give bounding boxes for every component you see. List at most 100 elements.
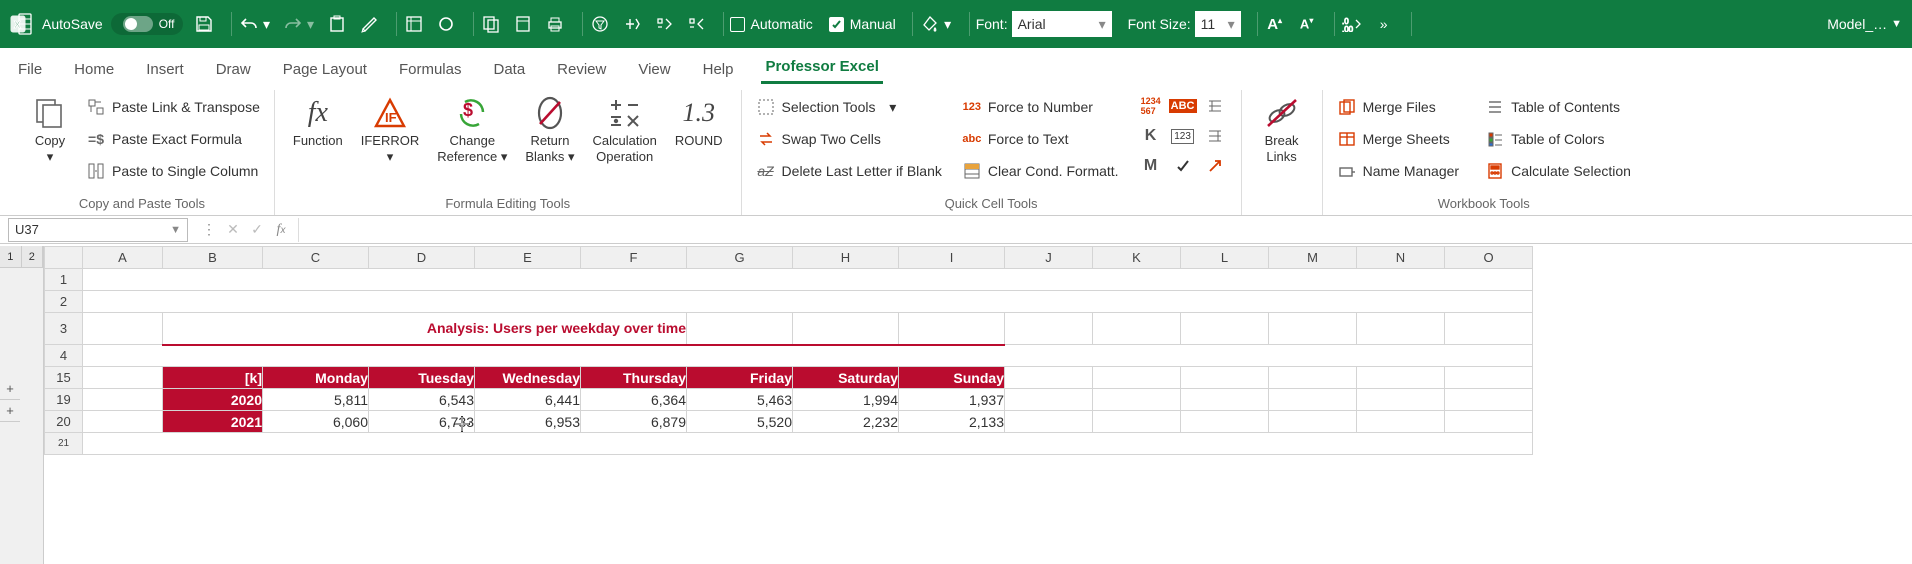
accept-formula-icon[interactable]: ✓	[246, 221, 268, 238]
cell-2020-wed[interactable]: 6,441	[475, 389, 581, 411]
col-header-D[interactable]: D	[369, 247, 475, 269]
freeze-icon[interactable]	[403, 13, 425, 35]
cell-2021-sat[interactable]: 2,232	[793, 411, 899, 433]
function-button[interactable]: fx Function	[287, 92, 349, 165]
force-to-text-button[interactable]: abcForce to Text	[960, 124, 1121, 154]
tab-help[interactable]: Help	[699, 55, 738, 84]
indent-right-icon[interactable]	[1201, 92, 1229, 120]
merge-sheets-button[interactable]: Merge Sheets	[1335, 124, 1462, 154]
col-header-L[interactable]: L	[1181, 247, 1269, 269]
row-header-19[interactable]: 19	[45, 389, 83, 411]
round-button[interactable]: 1.3 ROUND	[669, 92, 729, 165]
arrow-up-right-icon[interactable]	[1201, 152, 1229, 180]
row-year-2021[interactable]: 2021	[163, 411, 263, 433]
merge-files-button[interactable]: Merge Files	[1335, 92, 1462, 122]
decimal-icon[interactable]: .0.00	[1341, 13, 1363, 35]
tab-review[interactable]: Review	[553, 55, 610, 84]
outline-expand-row-19[interactable]: +	[0, 378, 20, 400]
col-header-J[interactable]: J	[1005, 247, 1093, 269]
cell-2020-sat[interactable]: 1,994	[793, 389, 899, 411]
num-format-icon[interactable]: 1234567	[1137, 92, 1165, 120]
cell-2021-wed[interactable]: 6,953	[475, 411, 581, 433]
font-name-control[interactable]: Font: Arial▾	[976, 11, 1112, 37]
iferror-button[interactable]: IF IFERROR▾	[355, 92, 426, 165]
calculate-selection-button[interactable]: Calculate Selection	[1483, 156, 1633, 186]
autosave-switch-track[interactable]	[123, 16, 153, 32]
filter-icon[interactable]	[589, 13, 611, 35]
print-icon[interactable]	[544, 13, 566, 35]
row-header-15[interactable]: 15	[45, 367, 83, 389]
paste-link-transpose-button[interactable]: Paste Link & Transpose	[84, 92, 262, 122]
shrink-font-icon[interactable]: A▾	[1296, 13, 1318, 35]
col-header-I[interactable]: I	[899, 247, 1005, 269]
calc-automatic-checkbox[interactable]: Automatic	[730, 16, 813, 32]
redo-button[interactable]: ▾	[282, 13, 316, 35]
check-icon[interactable]	[1169, 152, 1197, 180]
thousand-icon[interactable]: K	[1137, 122, 1165, 150]
swap-two-cells-button[interactable]: Swap Two Cells	[754, 124, 944, 154]
return-blanks-button[interactable]: Return Blanks ▾	[519, 92, 580, 165]
name-box[interactable]: U37 ▼	[8, 218, 188, 242]
fx-menu-icon[interactable]: ⋮	[198, 221, 220, 238]
autosave-toggle[interactable]: AutoSave Off	[42, 13, 183, 35]
col-header-M[interactable]: M	[1269, 247, 1357, 269]
cell-2021-tue[interactable]: 6,733	[369, 411, 475, 433]
col-header-B[interactable]: B	[163, 247, 263, 269]
workbook-dropdown-icon[interactable]: ▼	[1891, 18, 1902, 30]
clear-cond-format-button[interactable]: Clear Cond. Formatt.	[960, 156, 1121, 186]
col-fri[interactable]: Friday	[687, 367, 793, 389]
sheet-title[interactable]: Analysis: Users per weekday over time	[163, 313, 687, 345]
paste-exact-formula-button[interactable]: =$Paste Exact Formula	[84, 124, 262, 154]
million-icon[interactable]: M	[1137, 152, 1165, 180]
grow-font-icon[interactable]: A▴	[1264, 13, 1286, 35]
delete-last-letter-button[interactable]: aZDelete Last Letter if Blank	[754, 156, 944, 186]
tab-professor-excel[interactable]: Professor Excel	[761, 52, 882, 84]
col-header-K[interactable]: K	[1093, 247, 1181, 269]
row-header-2[interactable]: 2	[45, 291, 83, 313]
outline-level-2[interactable]: 2	[22, 246, 44, 267]
col-sun[interactable]: Sunday	[899, 367, 1005, 389]
cell-2021-thu[interactable]: 6,879	[581, 411, 687, 433]
col-header-N[interactable]: N	[1357, 247, 1445, 269]
number-box-icon[interactable]: 123	[1169, 122, 1197, 150]
calc-operation-button[interactable]: Calculation Operation	[587, 92, 663, 165]
paste-icon[interactable]	[326, 13, 348, 35]
table-corner[interactable]: [k]	[163, 367, 263, 389]
fx-icon[interactable]: fx	[270, 222, 292, 238]
col-sat[interactable]: Saturday	[793, 367, 899, 389]
row-header-1[interactable]: 1	[45, 269, 83, 291]
copy-icon[interactable]	[480, 13, 502, 35]
col-thu[interactable]: Thursday	[581, 367, 687, 389]
change-reference-button[interactable]: $ Change Reference ▾	[431, 92, 513, 165]
paste-single-column-button[interactable]: Paste to Single Column	[84, 156, 262, 186]
cell-2021-mon[interactable]: 6,060	[263, 411, 369, 433]
calc-manual-checkbox[interactable]: Manual	[829, 16, 896, 32]
tab-home[interactable]: Home	[70, 55, 118, 84]
table-of-contents-button[interactable]: Table of Contents	[1483, 92, 1633, 122]
cell-2020-fri[interactable]: 5,463	[687, 389, 793, 411]
spreadsheet-grid[interactable]: A B C D E F G H I J K L M N O 1 2 3 Anal…	[44, 246, 1533, 455]
cell-2020-thu[interactable]: 6,364	[581, 389, 687, 411]
table-of-colors-button[interactable]: Table of Colors	[1483, 124, 1633, 154]
select-all-corner[interactable]	[45, 247, 83, 269]
tab-file[interactable]: File	[14, 55, 46, 84]
outline-expand-row-20[interactable]: +	[0, 400, 20, 422]
selection-tools-button[interactable]: Selection Tools ▾	[754, 92, 944, 122]
col-header-G[interactable]: G	[687, 247, 793, 269]
break-links-button[interactable]: Break Links	[1254, 92, 1310, 165]
fill-color-button[interactable]: ▾	[919, 13, 953, 35]
format-painter-icon[interactable]	[358, 13, 380, 35]
cell-2021-fri[interactable]: 5,520	[687, 411, 793, 433]
col-header-E[interactable]: E	[475, 247, 581, 269]
row-header-3[interactable]: 3	[45, 313, 83, 345]
cell-2020-tue[interactable]: 6,543	[369, 389, 475, 411]
row-header-21[interactable]: 21	[45, 433, 83, 455]
book-icon[interactable]	[512, 13, 534, 35]
row-header-20[interactable]: 20	[45, 411, 83, 433]
col-header-F[interactable]: F	[581, 247, 687, 269]
group-icon[interactable]	[621, 13, 643, 35]
cell-2020-mon[interactable]: 5,811	[263, 389, 369, 411]
col-header-H[interactable]: H	[793, 247, 899, 269]
col-mon[interactable]: Monday	[263, 367, 369, 389]
tab-draw[interactable]: Draw	[212, 55, 255, 84]
